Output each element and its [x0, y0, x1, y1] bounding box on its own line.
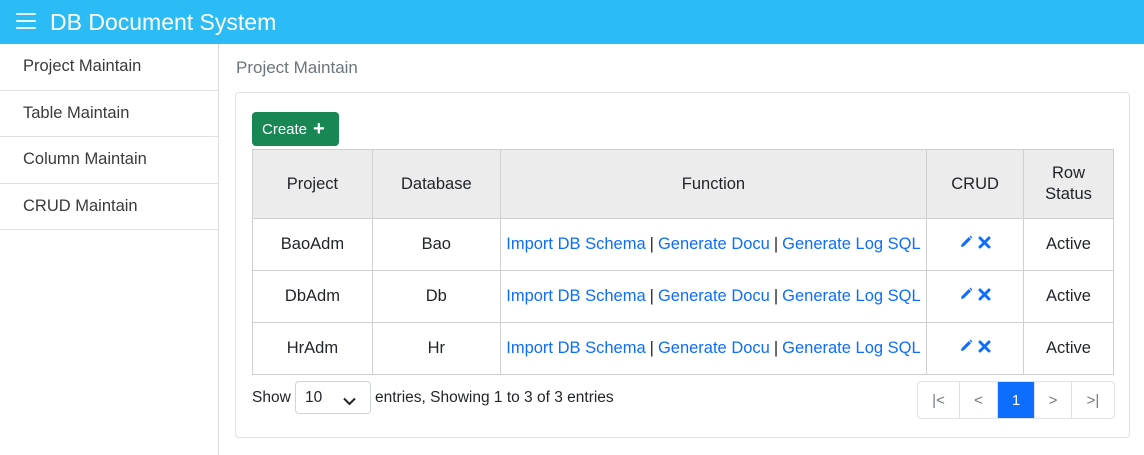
page-size-select[interactable]: 10 [295, 381, 371, 414]
separator: | [649, 339, 654, 357]
chevron-down-icon [343, 393, 356, 411]
sidebar-item-column-maintain[interactable]: Column Maintain [0, 137, 218, 184]
project-cell: BaoAdm [252, 218, 373, 271]
table-row: HrAdm Hr Import DB Schema | Generate Docu | Ge… [252, 322, 1114, 375]
import-db-schema-link[interactable]: Import DB Schema [506, 235, 645, 253]
separator: | [773, 339, 779, 357]
generate-docu-link[interactable]: Generate Docu [658, 235, 770, 253]
separator: | [773, 287, 779, 305]
function-cell: Import DB Schema | Generate Docu | Generate … [499, 218, 928, 271]
page-title: Project Maintain [236, 58, 358, 77]
column-header-project[interactable]: Project [252, 149, 373, 219]
project-table: Project Database Function CRUD Row Statu… [252, 149, 1114, 375]
sidebar-item-project-maintain[interactable]: Project Maintain [0, 44, 218, 91]
separator: | [773, 235, 779, 253]
import-db-schema-link[interactable]: Import DB Schema [506, 339, 645, 357]
show-label: Show [252, 389, 291, 406]
plus-icon: + [313, 118, 325, 140]
generate-log-sql-link[interactable]: Generate Log SQL [782, 235, 921, 253]
generate-docu-link[interactable]: Generate Docu [658, 287, 770, 305]
database-cell: Bao [371, 218, 501, 271]
column-header-crud: CRUD [926, 149, 1025, 219]
database-cell: Hr [371, 322, 501, 375]
generate-log-sql-link[interactable]: Generate Log SQL [782, 287, 921, 305]
page-current-button[interactable]: 1 [998, 382, 1035, 418]
sidebar: Project Maintain Table Maintain Column M… [0, 44, 219, 455]
function-cell: Import DB Schema | Generate Docu | Generate … [499, 322, 928, 375]
table-row: DbAdm Db Import DB Schema | Generate Docu | Ge… [252, 270, 1114, 323]
crud-cell [926, 218, 1025, 271]
crud-cell [926, 270, 1025, 323]
project-cell: DbAdm [252, 270, 373, 323]
separator: | [649, 235, 654, 253]
menu-icon[interactable] [16, 13, 36, 29]
table-header-row: Project Database Function CRUD Row Statu… [252, 149, 1114, 219]
column-header-row-status[interactable]: Row Status [1023, 149, 1114, 219]
delete-icon[interactable] [978, 236, 991, 249]
delete-icon[interactable] [978, 340, 991, 353]
row-status-cell: Active [1023, 322, 1114, 375]
generate-docu-link[interactable]: Generate Docu [658, 339, 770, 357]
generate-log-sql-link[interactable]: Generate Log SQL [782, 339, 921, 357]
delete-icon[interactable] [978, 288, 991, 301]
page-first-button[interactable]: |< [918, 382, 960, 418]
top-bar: DB Document System [0, 0, 1144, 44]
pencil-icon[interactable] [959, 235, 973, 249]
row-status-cell: Active [1023, 270, 1114, 323]
pagination: |< < 1 > >| [917, 381, 1115, 419]
function-cell: Import DB Schema | Generate Docu | Generate … [499, 270, 928, 323]
table-row: BaoAdm Bao Import DB Schema | Generate Docu |… [252, 218, 1114, 271]
page-last-button[interactable]: >| [1072, 382, 1114, 418]
page-prev-button[interactable]: < [960, 382, 998, 418]
separator: | [649, 287, 654, 305]
pencil-icon[interactable] [959, 287, 973, 301]
entries-info: entries, Showing 1 to 3 of 3 entries [375, 389, 614, 406]
crud-cell [926, 322, 1025, 375]
database-cell: Db [371, 270, 501, 323]
app-title: DB Document System [50, 9, 277, 35]
project-cell: HrAdm [252, 322, 373, 375]
column-header-function: Function [499, 149, 928, 219]
page-next-button[interactable]: > [1035, 382, 1072, 418]
sidebar-item-table-maintain[interactable]: Table Maintain [0, 91, 218, 137]
column-header-database[interactable]: Database [371, 149, 501, 219]
pencil-icon[interactable] [959, 339, 973, 353]
create-button[interactable]: Create + [252, 112, 339, 146]
import-db-schema-link[interactable]: Import DB Schema [506, 287, 645, 305]
sidebar-item-crud-maintain[interactable]: CRUD Maintain [0, 184, 218, 230]
row-status-header-label: Row Status [1045, 164, 1092, 203]
page-size-value: 10 [305, 388, 323, 406]
create-button-label: Create [262, 120, 308, 138]
row-status-cell: Active [1023, 218, 1114, 271]
